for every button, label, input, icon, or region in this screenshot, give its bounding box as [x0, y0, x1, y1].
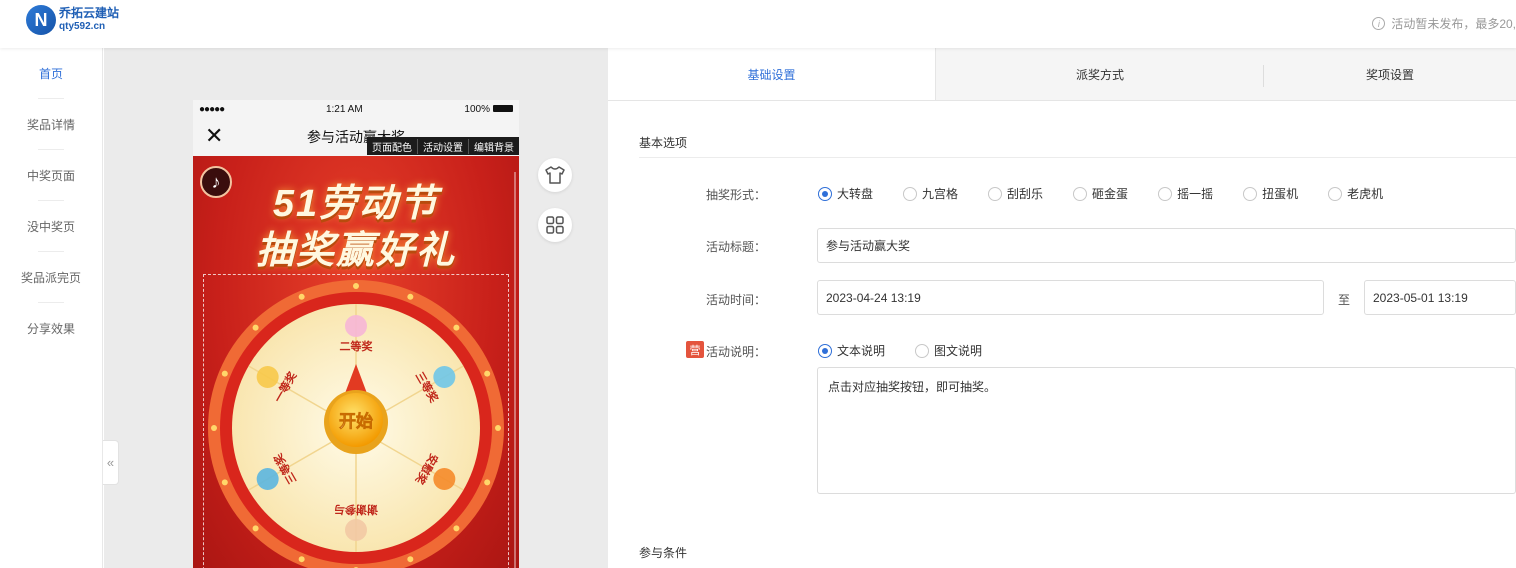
marketing-badge-icon: 营	[686, 341, 704, 358]
tab-award-method[interactable]: 派奖方式	[936, 48, 1264, 100]
radio-big-wheel[interactable]: 大转盘	[818, 185, 873, 202]
publish-notice: i 活动暂未发布，最多20,	[1372, 15, 1516, 32]
prize-gift-icon	[256, 366, 279, 388]
close-icon[interactable]: ✕	[205, 125, 223, 147]
activity-desc-label: 活动说明：	[705, 345, 766, 359]
status-time: 1:21 AM	[325, 103, 363, 115]
phone-frame: ●●●●● 1:21 AM 100% ✕ 参与活动赢大奖 页面配色 活动设置 编…	[193, 100, 519, 568]
prize-gift-icon	[345, 519, 367, 541]
headline-slogan: 抽奖赢好礼	[255, 230, 456, 272]
desc-type-radio-group: 文本说明 图文说明	[818, 342, 1012, 359]
prize-gift-icon	[433, 468, 456, 490]
prize-gift-icon	[256, 468, 279, 490]
prize-gift-icon	[345, 315, 367, 337]
start-button-label[interactable]: 开始	[339, 411, 374, 432]
settings-tabs: 基础设置 派奖方式 奖项设置	[608, 48, 1516, 101]
prize-wheel-graphic: 二等奖三等奖安慰奖谢谢参与三等奖一等奖 开始	[208, 280, 504, 568]
rim-light	[495, 425, 501, 431]
sidebar-item-lose-page[interactable]: 没中奖页	[0, 201, 102, 252]
radio-text-desc[interactable]: 文本说明	[818, 342, 885, 359]
radio-image-text-desc[interactable]: 图文说明	[915, 342, 982, 359]
signal-icon: ●●●●●	[199, 103, 225, 115]
lottery-type-radio-group: 大转盘 九宫格 刮刮乐 砸金蛋 摇一摇 扭蛋机 老虎机	[818, 185, 1413, 202]
sidebar-nav: 首页 奖品详情 中奖页面 没中奖页 奖品派完页 分享效果	[0, 48, 103, 568]
rim-light	[353, 283, 359, 289]
prize-gift-icon	[433, 366, 456, 388]
prize-label: 二等奖	[340, 339, 374, 353]
grid-icon	[546, 216, 564, 234]
battery-icon	[492, 105, 513, 113]
edit-toolbar: 页面配色 活动设置 编辑背景	[367, 137, 519, 155]
rim-light	[453, 324, 460, 331]
rim-light	[211, 425, 217, 431]
phone-status-bar: ●●●●● 1:21 AM 100%	[193, 100, 519, 118]
radio-slot-machine[interactable]: 老虎机	[1328, 185, 1383, 202]
canvas-scrollbar[interactable]	[514, 172, 516, 568]
brand-name: 乔拓云建站	[59, 6, 120, 20]
sidebar-item-home[interactable]: 首页	[0, 48, 102, 99]
end-time-input[interactable]: 2023-05-01 13:19	[1364, 280, 1516, 315]
activity-title-input[interactable]: 参与活动赢大奖	[817, 228, 1516, 263]
prize-label: 谢谢参与	[334, 503, 378, 517]
rim-light	[407, 556, 414, 563]
activity-time-label: 活动时间：	[705, 293, 766, 307]
activity-settings-button[interactable]: 活动设置	[418, 138, 469, 154]
sidebar-item-win-page[interactable]: 中奖页面	[0, 150, 102, 201]
rim-light	[407, 293, 414, 300]
layout-button[interactable]	[538, 208, 572, 242]
rim-light	[453, 525, 460, 532]
top-header: N 乔拓云建站 qty592.cn i 活动暂未发布，最多20,	[0, 0, 1516, 48]
rim-light	[221, 479, 228, 486]
shirt-icon	[545, 166, 565, 184]
prize-wheel[interactable]: 二等奖 三等奖 安慰奖 谢谢参与 三等奖 一等奖 开始	[206, 278, 506, 568]
activity-title-label: 活动标题：	[705, 240, 766, 254]
brand-logo[interactable]: N 乔拓云建站 qty592.cn	[26, 5, 119, 35]
section-basic-options: 基本选项	[639, 136, 688, 150]
lottery-type-label: 抽奖形式：	[705, 188, 766, 202]
start-time-input[interactable]: 2023-04-24 13:19	[817, 280, 1324, 315]
collapse-sidebar-button[interactable]: «	[103, 440, 119, 485]
edit-background-button[interactable]: 编辑背景	[469, 139, 519, 154]
section-conditions: 参与条件	[639, 546, 688, 560]
radio-shake[interactable]: 摇一摇	[1158, 185, 1213, 202]
info-icon: i	[1372, 17, 1386, 30]
page-color-button[interactable]: 页面配色	[367, 138, 418, 154]
brand-url: qty592.cn	[59, 21, 106, 32]
section-divider	[639, 157, 1516, 158]
lottery-canvas[interactable]: ♪ 51劳动节 抽奖赢好礼 二等奖 三等奖 安慰奖 谢谢参与 三等奖 一等奖 开…	[193, 156, 519, 568]
rim-light	[252, 525, 259, 532]
battery-percent: 100%	[464, 103, 490, 115]
radio-scratch-card[interactable]: 刮刮乐	[988, 185, 1043, 202]
rim-light	[298, 293, 305, 300]
tab-basic-settings[interactable]: 基础设置	[608, 48, 936, 100]
rim-light	[298, 556, 305, 563]
rim-light	[484, 479, 491, 486]
sidebar-item-share-effect[interactable]: 分享效果	[0, 303, 102, 354]
rim-light	[484, 370, 491, 377]
tab-prize-settings[interactable]: 奖项设置	[1264, 48, 1516, 100]
radio-nine-grid[interactable]: 九宫格	[903, 185, 958, 202]
radio-golden-egg[interactable]: 砸金蛋	[1073, 185, 1128, 202]
activity-desc-textarea[interactable]: 点击对应抽奖按钮，即可抽奖。	[817, 367, 1516, 494]
sidebar-item-prizes-out-page[interactable]: 奖品派完页	[0, 252, 102, 303]
notice-text: 活动暂未发布，最多20,	[1391, 17, 1516, 31]
sidebar-item-prize-details[interactable]: 奖品详情	[0, 99, 102, 150]
radio-gashapon[interactable]: 扭蛋机	[1243, 185, 1298, 202]
rim-light	[221, 370, 228, 377]
mobile-preview-area: ●●●●● 1:21 AM 100% ✕ 参与活动赢大奖 页面配色 活动设置 编…	[104, 48, 608, 568]
rim-light	[252, 324, 259, 331]
theme-button[interactable]	[538, 158, 572, 192]
to-separator: 至	[1338, 293, 1351, 307]
logo-mark-icon: N	[26, 5, 56, 35]
settings-panel: 基础设置 派奖方式 奖项设置 基本选项 抽奖形式： 大转盘 九宫格 刮刮乐 砸金…	[608, 48, 1516, 568]
